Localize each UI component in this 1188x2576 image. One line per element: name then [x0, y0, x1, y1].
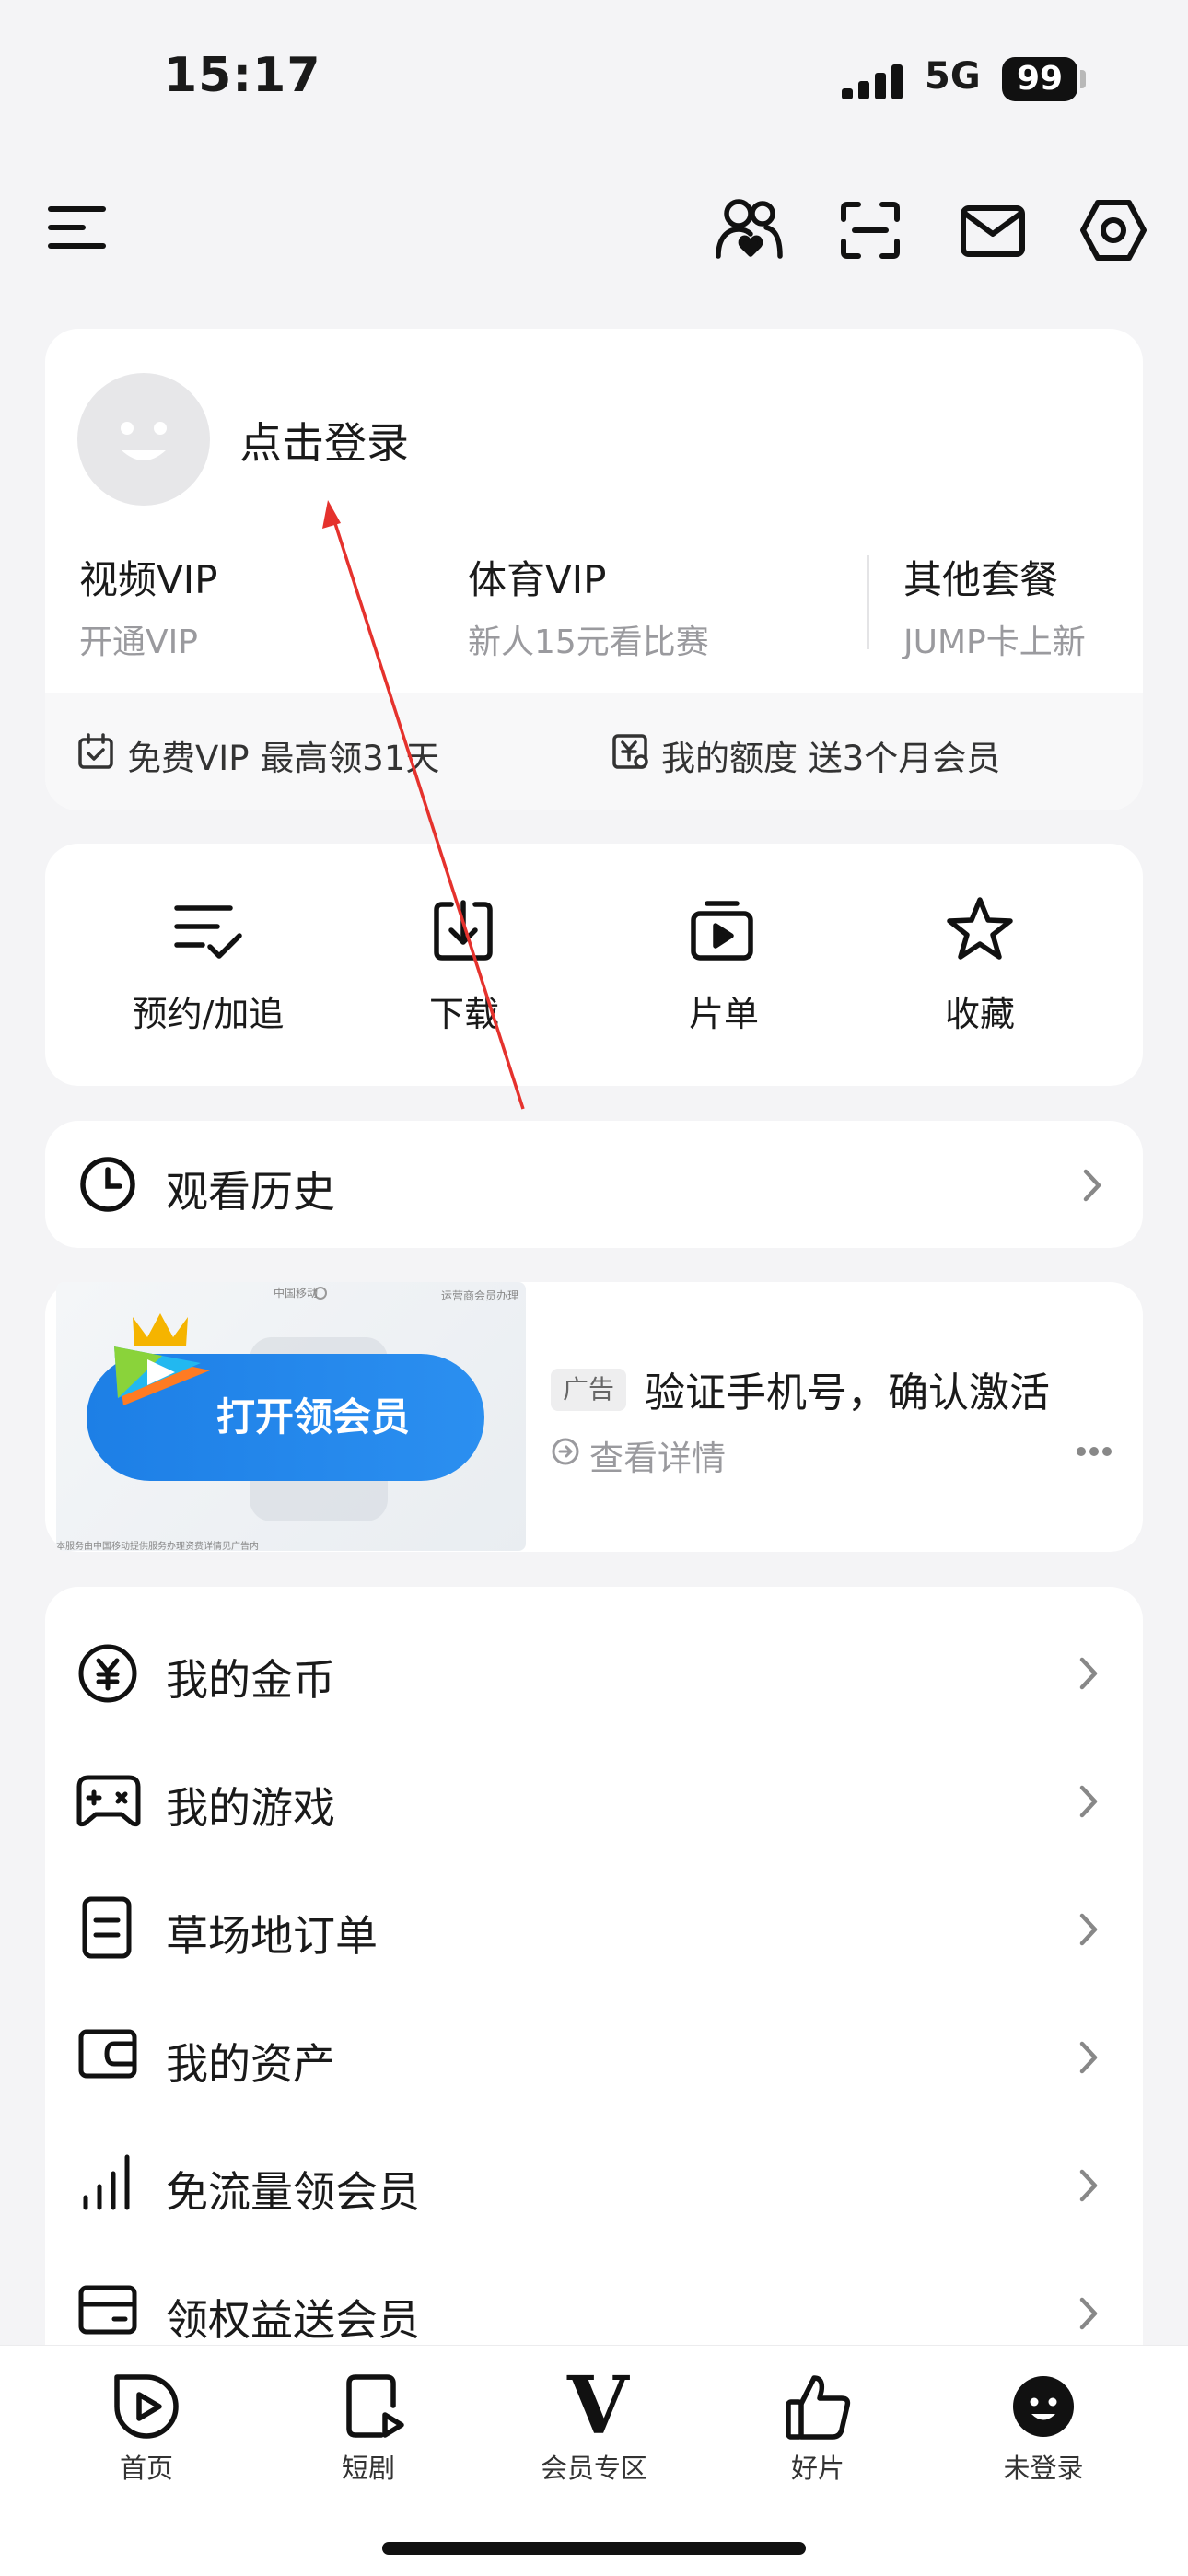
- quick-action-label[interactable]: 下载: [354, 985, 575, 1036]
- signal-icon: [81, 2151, 134, 2212]
- calendar-check-icon: [77, 733, 114, 770]
- ad-banner-disclaimer: 本服务由中国移动提供服务办理资费详情见广告内: [56, 1542, 259, 1551]
- quota-icon: [611, 733, 650, 770]
- download-icon[interactable]: [431, 899, 495, 963]
- history-label: 观看历史: [166, 1167, 335, 1217]
- playlist-icon[interactable]: [689, 899, 755, 963]
- menu-item-label[interactable]: 我的资产: [166, 2031, 335, 2092]
- vip-item-title[interactable]: 其他套餐: [903, 549, 1058, 605]
- menu-item-label[interactable]: 我的游戏: [166, 1775, 335, 1836]
- smiley-icon: [121, 422, 167, 460]
- gamepad-icon: [76, 1774, 142, 1829]
- home-play-icon[interactable]: [112, 2372, 181, 2441]
- menu-item-label[interactable]: 免流量领会员: [166, 2159, 420, 2220]
- tab-vip-zone[interactable]: 会员专区: [520, 2447, 668, 2486]
- mail-icon[interactable]: [960, 204, 1026, 258]
- ad-tag: 广告: [551, 1369, 626, 1411]
- vip-item-subtitle: JUMP卡上新: [903, 624, 1086, 661]
- vip-item-subtitle: 新人15元看比赛: [468, 624, 709, 661]
- tab-home[interactable]: 首页: [73, 2447, 220, 2486]
- chevron-right-icon: [1077, 2167, 1100, 2204]
- card-icon: [77, 2284, 138, 2336]
- ad-detail-link[interactable]: 查看详情: [589, 1430, 726, 1480]
- tab-profile[interactable]: 未登录: [970, 2447, 1117, 2486]
- scan-icon[interactable]: [840, 201, 901, 260]
- reserve-icon[interactable]: [173, 901, 243, 962]
- menu-icon[interactable]: [48, 204, 109, 251]
- quota-benefit[interactable]: 我的额度 送3个月会员: [661, 730, 1000, 780]
- coin-icon: [77, 1643, 138, 1704]
- menu-item-label[interactable]: 草场地订单: [166, 1903, 378, 1964]
- wallet-icon: [77, 2028, 138, 2080]
- network-type: 5G: [925, 55, 981, 98]
- cellular-signal-icon: [842, 64, 906, 99]
- chevron-right-icon: [1081, 1167, 1103, 1204]
- chevron-right-icon: [1077, 2039, 1100, 2076]
- clock-icon: [79, 1156, 136, 1213]
- avatar-icon[interactable]: [1011, 2374, 1076, 2439]
- quick-action-label[interactable]: 预约/加追: [98, 985, 319, 1036]
- thumbs-up-icon[interactable]: [785, 2372, 851, 2441]
- vip-item-title[interactable]: 体育VIP: [468, 549, 606, 605]
- ad-title[interactable]: 验证手机号，确认激活: [645, 1359, 1050, 1418]
- short-drama-icon[interactable]: [344, 2372, 407, 2441]
- order-icon: [81, 1895, 133, 1960]
- battery-level: 99: [1002, 57, 1077, 101]
- ad-banner-top-text: 中国移动: [274, 1287, 319, 1300]
- quick-actions-card: [45, 844, 1143, 1086]
- chevron-right-icon: [1077, 1783, 1100, 1820]
- vip-item-subtitle: 开通VIP: [79, 624, 198, 661]
- battery-tip: [1080, 70, 1086, 88]
- arrow-circle-icon: [551, 1437, 580, 1466]
- divider: [867, 555, 869, 649]
- tab-short-drama[interactable]: 短剧: [295, 2447, 442, 2486]
- tencent-video-logo-icon: [107, 1306, 228, 1413]
- status-time: 15:17: [164, 48, 321, 103]
- chevron-right-icon: [1077, 1655, 1100, 1692]
- avatar[interactable]: [77, 373, 210, 506]
- family-icon[interactable]: [715, 197, 783, 262]
- home-indicator: [382, 2542, 806, 2555]
- menu-item-label[interactable]: 我的金币: [166, 1647, 335, 1708]
- chevron-right-icon: [1077, 1911, 1100, 1948]
- star-icon[interactable]: [945, 895, 1015, 963]
- settings-icon[interactable]: [1079, 197, 1147, 263]
- more-icon[interactable]: [1076, 1446, 1112, 1457]
- chevron-right-icon: [1077, 2295, 1100, 2332]
- menu-item-label[interactable]: 领权益送会员: [166, 2287, 420, 2348]
- vip-item-title[interactable]: 视频VIP: [79, 549, 217, 605]
- tab-good-films[interactable]: 好片: [744, 2447, 891, 2486]
- ad-banner-top-right: 运营商会员办理: [441, 1289, 519, 1302]
- free-vip-benefit[interactable]: 免费VIP 最高领31天: [127, 730, 439, 780]
- vip-v-icon[interactable]: V: [567, 2360, 629, 2453]
- quick-action-label[interactable]: 片单: [613, 985, 834, 1036]
- login-prompt[interactable]: 点击登录: [239, 410, 409, 471]
- quick-action-label[interactable]: 收藏: [869, 985, 1090, 1036]
